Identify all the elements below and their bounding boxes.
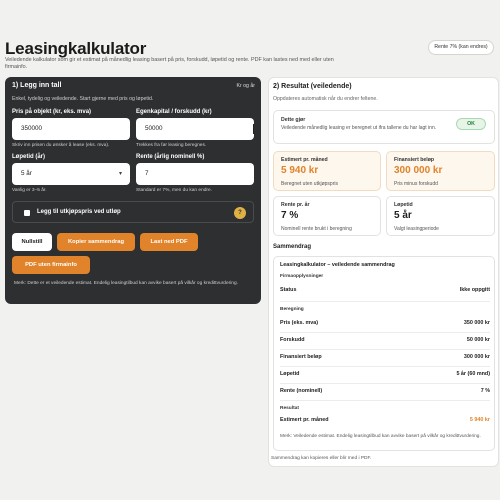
summary-row-key: Status: [280, 287, 297, 293]
summary-row-status: Status Ikke oppgitt: [280, 287, 490, 297]
input-panel-title: 1) Legg inn tall: [12, 82, 62, 89]
summary-row-key: Finansiert beløp: [280, 354, 322, 360]
summary-heading: Sammendrag: [273, 244, 312, 250]
residual-checkbox-label: Legg til utkjøpspris ved utløp: [37, 209, 121, 215]
monthly-value: 5 940 kr: [281, 165, 319, 176]
divider: [280, 400, 490, 401]
financed-note: Pris minus forskudd: [394, 181, 438, 187]
summary-row-key: Estimert pr. måned: [280, 417, 329, 423]
down-payment-label: Egenkapital / forskudd (kr): [136, 109, 212, 115]
rate-card-note: Nominell rente brukt i beregning: [281, 226, 352, 232]
ok-badge: OK: [456, 118, 486, 130]
term-select[interactable]: 5 år ▾: [12, 163, 130, 185]
page-title: Leasingkalkulator: [5, 39, 147, 58]
down-payment-input[interactable]: 50000: [136, 118, 254, 140]
divider: [280, 301, 490, 302]
footer-note: Sammendrag kan kopieres eller blir med i…: [271, 456, 372, 461]
financed-label: Finansiert beløp: [394, 157, 435, 163]
calc-group-label: Beregning: [280, 307, 304, 312]
download-pdf-button[interactable]: Last ned PDF: [140, 233, 198, 251]
monthly-card: Estimert pr. måned 5 940 kr Beregnet ute…: [273, 151, 381, 191]
pdf-no-company-button[interactable]: PDF uten firmainfo: [12, 256, 90, 274]
residual-checkbox-row[interactable]: Legg til utkjøpspris ved utløp ?: [12, 201, 254, 223]
input-panel-subtitle: Enkel, tydelig og veiledende. Start gjer…: [12, 96, 154, 102]
summary-row-value: 7 %: [480, 388, 490, 394]
term-card-label: Løpetid: [394, 202, 413, 208]
monthly-note: Beregnet uten utkjøpspris: [281, 181, 338, 187]
summary-row: Pris (eks. mva) 350 000 kr: [280, 320, 490, 330]
divider: [280, 349, 490, 350]
copy-summary-button[interactable]: Kopier sammendrag: [57, 233, 135, 251]
result-panel-title: 2) Resultat (veiledende): [273, 83, 352, 90]
input-panel-hint: Kr og år: [236, 83, 255, 89]
divider: [280, 332, 490, 333]
price-hint: Skriv inn prisen du ønsker å lease (eks.…: [12, 143, 110, 148]
summary-row: Finansiert beløp 300 000 kr: [280, 354, 490, 364]
page-header: Leasingkalkulator Veiledende kalkulator …: [0, 0, 500, 78]
divider: [280, 366, 490, 367]
disclaimer-note: Merk: Dette er et veiledende estimat. En…: [14, 281, 238, 286]
status-card: Dette gjør Veiledende månedlig leasing e…: [273, 110, 495, 144]
summary-row-result: Estimert pr. måned 5 940 kr: [280, 417, 490, 427]
financed-card: Finansiert beløp 300 000 kr Pris minus f…: [386, 151, 495, 191]
status-card-text: Veiledende månedlig leasing er beregnet …: [281, 125, 437, 131]
price-label: Pris på objekt (kr, eks. mva): [12, 109, 92, 115]
term-select-value: 5 år: [21, 170, 32, 177]
result-panel: 2) Resultat (veiledende) Oppdateres auto…: [268, 77, 499, 467]
financed-value: 300 000 kr: [394, 165, 443, 176]
summary-row-value: 350 000 kr: [463, 320, 490, 326]
chevron-down-icon: ▾: [118, 171, 122, 177]
input-panel: 1) Legg inn tall Kr og år Enkel, tydelig…: [5, 77, 261, 304]
term-hint: Vanlig er 3–5 år.: [12, 188, 47, 193]
term-label: Løpetid (år): [12, 154, 45, 160]
summary-row-key: Rente (nominell): [280, 388, 323, 394]
result-group-label: Resultat: [280, 406, 299, 411]
summary-row: Løpetid 5 år (60 mnd): [280, 371, 490, 381]
down-payment-hint: Trekkes fra før leasing beregnes.: [136, 143, 207, 148]
summary-row-key: Løpetid: [280, 371, 300, 377]
summary-title: Leasingkalkulator – veiledende sammendra…: [280, 262, 395, 268]
summary-note: Merk: Veiledende estimat. Endelig leasin…: [280, 434, 481, 439]
term-card-note: Valgt leasingperiode: [394, 226, 439, 232]
summary-row-key: Pris (eks. mva): [280, 320, 319, 326]
rate-pill: Rente 7% (kan endres): [428, 40, 494, 55]
summary-row-key: Forskudd: [280, 337, 305, 343]
help-icon[interactable]: ?: [234, 207, 246, 219]
summary-box: Leasingkalkulator – veiledende sammendra…: [273, 256, 495, 451]
reset-button[interactable]: Nullstill: [12, 233, 52, 251]
rate-card: Rente pr. år 7 % Nominell rente brukt i …: [273, 196, 381, 236]
residual-checkbox[interactable]: [24, 210, 30, 216]
rate-card-label: Rente pr. år: [281, 202, 310, 208]
term-card: Løpetid 5 år Valgt leasingperiode: [386, 196, 495, 236]
status-card-label: Dette gjør: [281, 117, 306, 123]
summary-row: Rente (nominell) 7 %: [280, 388, 490, 398]
rate-label: Rente (årlig nominell %): [136, 154, 205, 160]
rate-hint: Standard er 7%, men du kan endre.: [136, 188, 212, 193]
summary-row-value: 50 000 kr: [466, 337, 490, 343]
rate-input[interactable]: 7: [136, 163, 254, 185]
page-subtitle: Veiledende kalkulator som gir et estimat…: [5, 57, 334, 70]
summary-row-value: 5 940 kr: [469, 417, 490, 423]
summary-row-value: Ikke oppgitt: [459, 287, 490, 293]
summary-row-value: 5 år (60 mnd): [456, 371, 490, 377]
result-panel-subtitle: Oppdateres automatisk når du endrer felt…: [273, 96, 378, 102]
company-group-label: Firmaopplysninger: [280, 274, 324, 279]
price-input[interactable]: 350000: [12, 118, 130, 140]
summary-row: Forskudd 50 000 kr: [280, 337, 490, 347]
monthly-label: Estimert pr. måned: [281, 157, 328, 163]
summary-row-value: 300 000 kr: [463, 354, 490, 360]
term-card-value: 5 år: [394, 210, 412, 221]
rate-card-value: 7 %: [281, 210, 299, 221]
divider: [280, 383, 490, 384]
